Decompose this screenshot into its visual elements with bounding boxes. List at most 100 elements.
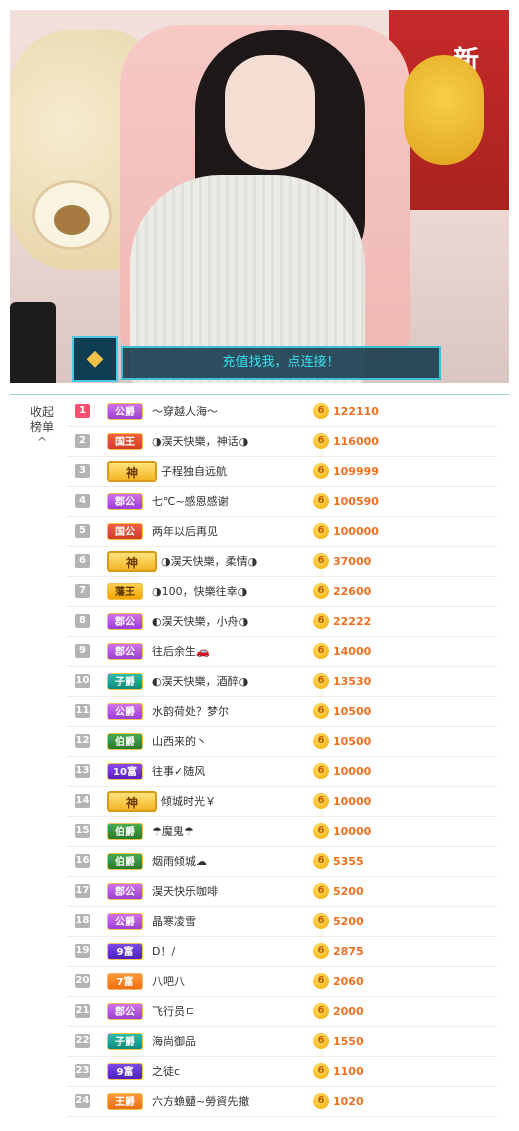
user-name[interactable]: ◐淏天快樂，酒醉◑ bbox=[152, 674, 248, 689]
contribution-score: 5355 bbox=[333, 855, 364, 868]
user-name[interactable]: 晶寒凌雪 bbox=[152, 914, 196, 929]
coin-icon: 6 bbox=[313, 763, 329, 779]
leaderboard-row[interactable]: 8 郡公 ◐淏天快樂，小舟◑ 6 22222 bbox=[67, 607, 497, 637]
recharge-banner[interactable]: 充值找我，点连接！ bbox=[121, 346, 441, 380]
leaderboard-row[interactable]: 10 子爵 ◐淏天快樂，酒醉◑ 6 13530 bbox=[67, 667, 497, 697]
rank-number: 15 bbox=[75, 824, 90, 838]
leaderboard-row[interactable]: 20 7富 八吧八 6 2060 bbox=[67, 967, 497, 997]
rank-number: 22 bbox=[75, 1034, 90, 1048]
user-name[interactable]: 往事✓随风 bbox=[152, 764, 205, 779]
leaderboard-row[interactable]: 22 子爵 海尚御品 6 1550 bbox=[67, 1027, 497, 1057]
collapse-leaderboard-button[interactable]: 收起 榜单 ^ bbox=[22, 405, 62, 449]
coin-icon: 6 bbox=[313, 733, 329, 749]
user-name[interactable]: 六方䗨䀍~勞資先撤 bbox=[152, 1094, 249, 1109]
leaderboard-row[interactable]: 9 郡公 往后余生🚗 6 14000 bbox=[67, 637, 497, 667]
leaderboard-row[interactable]: 5 国公 两年以后再见 6 100000 bbox=[67, 517, 497, 547]
noble-title-badge: 公爵 bbox=[107, 403, 143, 420]
rank-number: 23 bbox=[75, 1064, 90, 1078]
user-name[interactable]: ☂魔鬼☂ bbox=[152, 824, 194, 839]
user-name[interactable]: ◑淏天快樂，柔情◑ bbox=[161, 554, 257, 569]
contribution-score: 2000 bbox=[333, 1005, 364, 1018]
coin-icon: 6 bbox=[313, 853, 329, 869]
user-name[interactable]: 子程独自远航 bbox=[161, 464, 227, 479]
user-name[interactable]: 八吧八 bbox=[152, 974, 185, 989]
user-name[interactable]: D！/ bbox=[152, 944, 175, 959]
coin-icon: 6 bbox=[313, 703, 329, 719]
diamond-badge[interactable]: ◆ bbox=[72, 336, 118, 382]
leaderboard-row[interactable]: 12 伯爵 山西来的丶 6 10500 bbox=[67, 727, 497, 757]
rank-number: 6 bbox=[75, 554, 90, 568]
user-name[interactable]: ◑淏天快樂，神话◑ bbox=[152, 434, 248, 449]
contribution-score: 37000 bbox=[333, 555, 372, 568]
leaderboard-row[interactable]: 4 郡公 七℃~感恩感谢 6 100590 bbox=[67, 487, 497, 517]
leaderboard-row[interactable]: 23 9富 之徒c 6 1100 bbox=[67, 1057, 497, 1087]
contribution-score: 10000 bbox=[333, 825, 372, 838]
contribution-score: 100590 bbox=[333, 495, 379, 508]
rank-number: 2 bbox=[75, 434, 90, 448]
rank-number: 9 bbox=[75, 644, 90, 658]
leaderboard-row[interactable]: 17 郡公 淏天快乐咖啡 6 5200 bbox=[67, 877, 497, 907]
contribution-score: 5200 bbox=[333, 885, 364, 898]
user-name[interactable]: 烟雨倾城☁ bbox=[152, 854, 207, 869]
noble-title-badge: 郡公 bbox=[107, 493, 143, 510]
user-name[interactable]: 倾城时光￥ bbox=[161, 794, 216, 809]
rank-number: 18 bbox=[75, 914, 90, 928]
user-name[interactable]: 山西来的丶 bbox=[152, 734, 207, 749]
contribution-score: 1020 bbox=[333, 1095, 364, 1108]
leaderboard-row[interactable]: 2 国王 ◑淏天快樂，神话◑ 6 116000 bbox=[67, 427, 497, 457]
coin-icon: 6 bbox=[313, 1003, 329, 1019]
contribution-score: 5200 bbox=[333, 915, 364, 928]
leaderboard-row[interactable]: 3 神子程独自远航 6 109999 bbox=[67, 457, 497, 487]
noble-title-badge: 国公 bbox=[107, 523, 143, 540]
user-name[interactable]: 淏天快乐咖啡 bbox=[152, 884, 218, 899]
leaderboard-row[interactable]: 14 神倾城时光￥ 6 10000 bbox=[67, 787, 497, 817]
coin-icon: 6 bbox=[313, 913, 329, 929]
user-name[interactable]: 水韵荷处？梦尔 bbox=[152, 704, 229, 719]
rank-number: 13 bbox=[75, 764, 90, 778]
yellow-toy bbox=[404, 55, 484, 165]
contribution-score: 109999 bbox=[333, 465, 379, 478]
user-name[interactable]: 两年以后再见 bbox=[152, 524, 218, 539]
noble-title-badge: 神 bbox=[107, 791, 157, 812]
user-name[interactable]: ◑100，快樂往幸◑ bbox=[152, 584, 247, 599]
user-name[interactable]: 飞行员ㄷ bbox=[152, 1004, 195, 1019]
noble-title-badge: 公爵 bbox=[107, 913, 143, 930]
user-name[interactable]: 之徒c bbox=[152, 1064, 180, 1079]
leaderboard-row[interactable]: 11 公爵 水韵荷处？梦尔 6 10500 bbox=[67, 697, 497, 727]
leaderboard-row[interactable]: 19 9富 D！/ 6 2875 bbox=[67, 937, 497, 967]
contribution-score: 1550 bbox=[333, 1035, 364, 1048]
user-name[interactable]: 往后余生🚗 bbox=[152, 644, 210, 659]
coin-icon: 6 bbox=[313, 463, 329, 479]
coin-icon: 6 bbox=[313, 523, 329, 539]
user-name[interactable]: 七℃~感恩感谢 bbox=[152, 494, 229, 509]
rank-number: 21 bbox=[75, 1004, 90, 1018]
rank-number: 11 bbox=[75, 704, 90, 718]
rank-number: 5 bbox=[75, 524, 90, 538]
chevron-up-icon: ^ bbox=[37, 435, 48, 449]
leaderboard-row[interactable]: 13 10富 往事✓随风 6 10000 bbox=[67, 757, 497, 787]
contribution-score: 10500 bbox=[333, 705, 372, 718]
noble-title-badge: 伯爵 bbox=[107, 853, 143, 870]
contribution-score: 22222 bbox=[333, 615, 372, 628]
noble-title-badge: 神 bbox=[107, 461, 157, 482]
leaderboard-row[interactable]: 15 伯爵 ☂魔鬼☂ 6 10000 bbox=[67, 817, 497, 847]
coin-icon: 6 bbox=[313, 583, 329, 599]
coin-icon: 6 bbox=[313, 943, 329, 959]
leaderboard-row[interactable]: 6 神 ◑淏天快樂，柔情◑ 6 37000 bbox=[67, 547, 497, 577]
leaderboard-row[interactable]: 21 郡公 飞行员ㄷ 6 2000 bbox=[67, 997, 497, 1027]
user-name[interactable]: ◐淏天快樂，小舟◑ bbox=[152, 614, 248, 629]
noble-title-badge: 郡公 bbox=[107, 883, 143, 900]
leaderboard-row[interactable]: 16 伯爵 烟雨倾城☁ 6 5355 bbox=[67, 847, 497, 877]
rank-number: 14 bbox=[75, 794, 90, 808]
leaderboard-row[interactable]: 7 藩王 ◑100，快樂往幸◑ 6 22600 bbox=[67, 577, 497, 607]
leaderboard-row[interactable]: 24 王爵 六方䗨䀍~勞資先撤 6 1020 bbox=[67, 1087, 497, 1117]
stream-video[interactable]: 新 ◆ 充值找我，点连接！ bbox=[10, 10, 509, 383]
user-name[interactable]: ～穿越人海～ bbox=[152, 404, 218, 419]
coin-icon: 6 bbox=[313, 433, 329, 449]
collapse-label-line1: 收起 bbox=[29, 405, 54, 419]
leaderboard-row[interactable]: 1 公爵 ～穿越人海～ 6 122110 bbox=[67, 397, 497, 427]
leaderboard-row[interactable]: 18 公爵 晶寒凌雪 6 5200 bbox=[67, 907, 497, 937]
coin-icon: 6 bbox=[313, 643, 329, 659]
divider bbox=[10, 394, 509, 395]
user-name[interactable]: 海尚御品 bbox=[152, 1034, 196, 1049]
